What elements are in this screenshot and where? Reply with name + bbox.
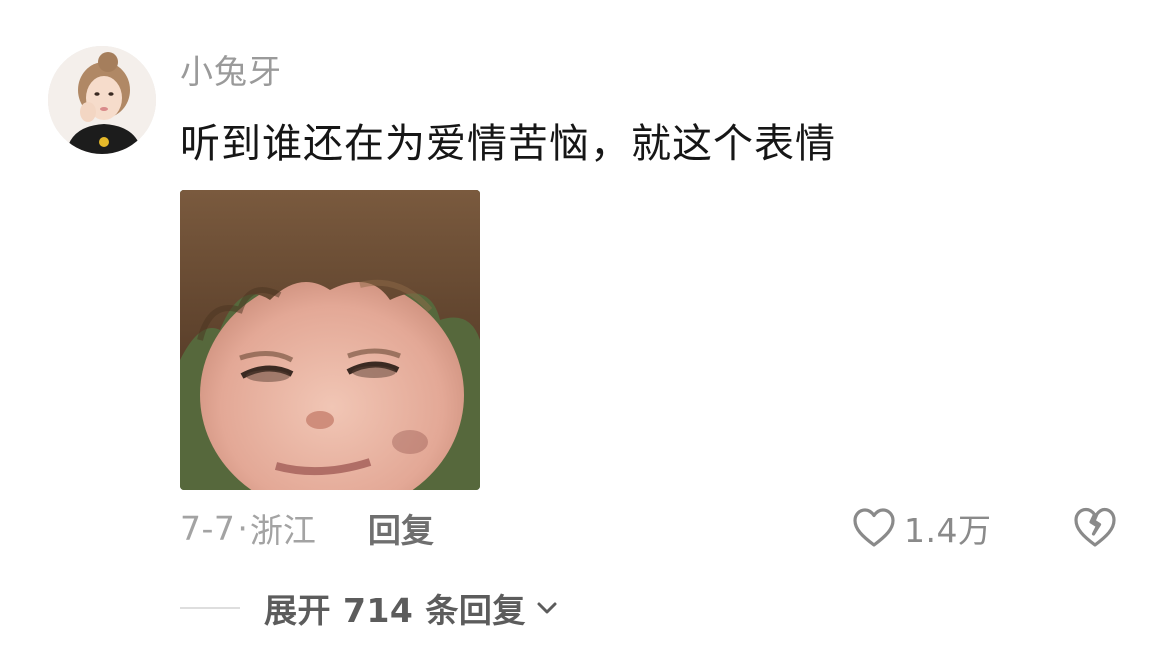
expand-replies-label: 展开 714 条回复 (264, 591, 526, 630)
expand-replies-row: 展开 714 条回复 (180, 580, 560, 636)
dislike-button[interactable] (1070, 502, 1120, 552)
like-count: 1.4万 (904, 511, 992, 550)
reply-button[interactable]: 回复 (368, 504, 434, 552)
comment-location: 浙江 (249, 511, 316, 550)
comment-meta: 7-7 · 浙江 回复 (180, 500, 434, 556)
like-button[interactable]: 1.4万 (850, 500, 991, 556)
broken-heart-icon (1074, 507, 1116, 547)
comment-text: 听到谁还在为爱情苦恼，就这个表情 (180, 121, 836, 167)
username[interactable]: 小兔牙 (180, 50, 282, 94)
meta-separator: · (237, 508, 248, 548)
comment-date: 7-7 (180, 508, 236, 548)
user-avatar[interactable] (48, 46, 156, 154)
heart-icon (853, 508, 895, 547)
meme-sticker-image[interactable] (180, 190, 480, 490)
expand-replies-button[interactable]: 展开 714 条回复 (264, 584, 560, 632)
divider-line (180, 607, 240, 609)
chevron-down-icon (537, 602, 557, 614)
